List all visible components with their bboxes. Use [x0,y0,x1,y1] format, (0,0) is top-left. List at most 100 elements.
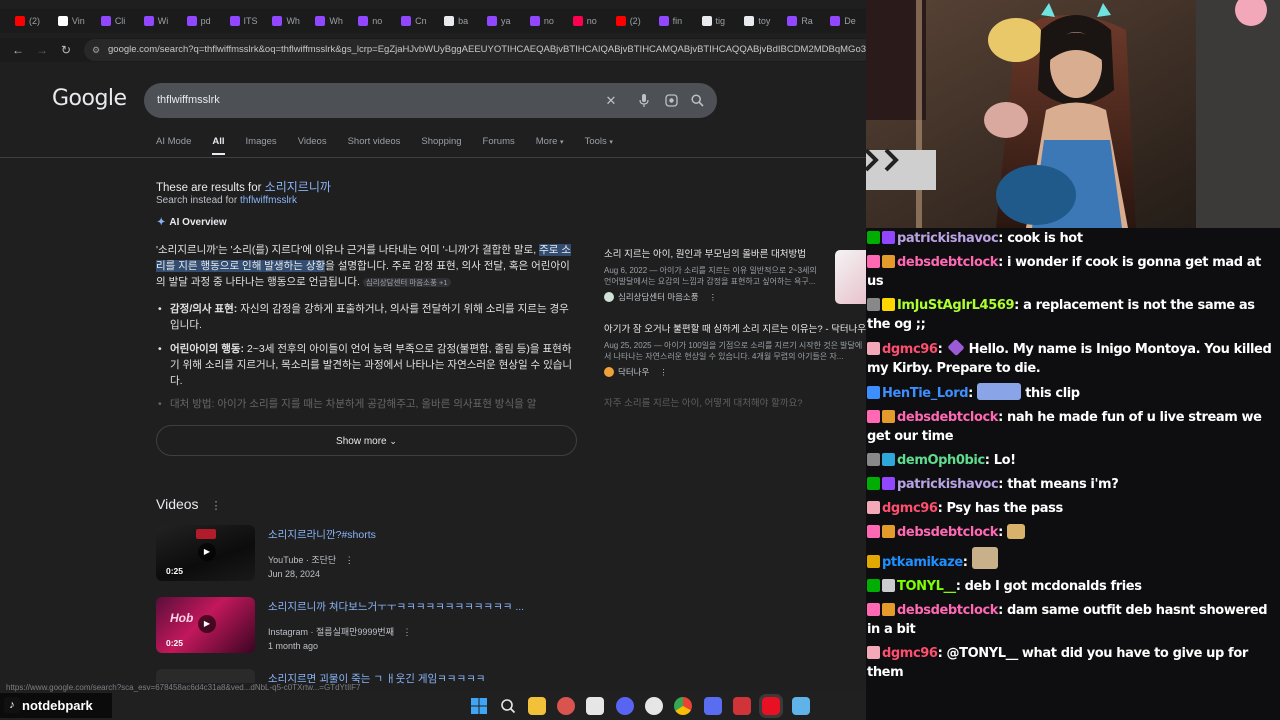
chat-badge-icon[interactable] [882,453,895,466]
video-thumbnail[interactable]: Hob ▶ 0:25 [156,597,255,653]
browser-tab[interactable]: fin [654,10,695,32]
video-thumbnail[interactable]: ▶ 0:25 [156,525,255,581]
tab-forums[interactable]: Forums [483,136,515,155]
chat-badge-icon[interactable] [867,255,880,268]
chat-username[interactable]: debsdebtclock [897,603,998,618]
chat-badge-icon[interactable] [867,342,880,355]
browser-tab[interactable]: ITS [225,10,266,32]
chat-badge-icon[interactable] [867,410,880,423]
chat-username[interactable]: dgmc96 [882,646,938,661]
video-result[interactable]: ▶ 0:25 소리지르라니깐?#shorts YouTube · 조단단 ⋮ J… [156,525,596,583]
discord-icon[interactable] [616,697,634,715]
chat-emote-icon[interactable] [1007,524,1025,539]
video-title[interactable]: 소리지르니까 쳐다보느거ㅜㅜㅋㅋㅋㅋㅋㅋㅋㅋㅋㅋㅋㅋ ... [268,599,524,614]
browser-tab[interactable]: Wi [139,10,180,32]
video-title[interactable]: 소리지르라니깐?#shorts [268,527,376,542]
chat-badge-icon[interactable] [882,525,895,538]
browser-tab[interactable]: Cli [96,10,137,32]
video-result[interactable]: Hob ▶ 0:25 소리지르니까 쳐다보느거ㅜㅜㅋㅋㅋㅋㅋㅋㅋㅋㅋㅋㅋㅋ ..… [156,597,596,655]
chrome-icon[interactable] [674,697,692,715]
browser-tab[interactable]: ya [482,10,523,32]
site-info-icon[interactable]: ⚙ [92,39,100,61]
more-vert-icon[interactable]: ⋮ [210,500,221,512]
chat-username[interactable]: dgmc96 [882,501,938,516]
chat-badge-icon[interactable] [867,298,880,311]
search-icon[interactable] [688,83,706,118]
browser-tab[interactable]: no [525,10,566,32]
more-vert-icon[interactable]: ⋮ [345,555,354,565]
chat-badge-icon[interactable] [867,525,880,538]
results-for-term-link[interactable]: 소리지르니까 [265,180,331,194]
clear-icon[interactable]: ✕ [602,83,620,118]
forward-icon[interactable]: → [31,39,53,61]
chat-badge-icon[interactable] [882,298,895,311]
chat-badge-icon[interactable] [867,603,880,616]
tab-short-videos[interactable]: Short videos [348,136,401,155]
chat-badge-icon[interactable] [867,453,880,466]
app-icon[interactable] [586,697,604,715]
browser-tab[interactable]: pd [182,10,223,32]
chat-badge-icon[interactable] [867,646,880,659]
chat-badge-icon[interactable] [867,501,880,514]
chat-badge-icon[interactable] [882,231,895,244]
source-card-thumbnail[interactable] [835,250,866,304]
source-card[interactable]: 소리 지르는 아이, 원인과 부모님의 올바른 대처방법 Aug 6, 2022… [604,249,840,303]
ai-para-source-chip[interactable]: 심리상담센터 마음소풍 +1 [362,278,451,287]
streamlabs-active-icon[interactable] [759,694,783,718]
chat-username[interactable]: TONYL__ [897,579,956,594]
app-icon[interactable] [557,697,575,715]
chat-badge-icon[interactable] [867,231,880,244]
browser-tab[interactable]: tig [697,10,738,32]
tab-tools[interactable]: Tools ▾ [585,136,613,155]
browser-tab[interactable]: Ra [782,10,823,32]
chat-emote-icon[interactable] [971,547,998,569]
chat-username[interactable]: debsdebtclock [897,255,998,270]
browser-tab[interactable]: De [825,10,866,32]
chat-badge-icon[interactable] [882,255,895,268]
browser-tab[interactable]: Wh [310,10,351,32]
source-card-faded[interactable]: 자주 소리를 지르는 아이, 어떻게 대처해야 할까요? [604,398,866,414]
show-more-button[interactable]: Show more ⌄ [156,425,577,456]
chat-badge-icon[interactable] [882,603,895,616]
chat-username[interactable]: patrickishavoc [897,477,999,492]
chat-username[interactable]: HenTie_Lord [882,386,969,401]
back-icon[interactable]: ← [7,39,29,61]
source-card[interactable]: 아기가 잠 오거나 불편할 때 심하게 소리 지르는 이유는? - 닥터나우 A… [604,324,866,378]
chat-username[interactable]: ImJuStAgIrL4569 [897,298,1015,313]
ccleaner-icon[interactable] [645,697,663,715]
more-vert-icon[interactable]: ⋮ [659,366,668,378]
browser-tab[interactable]: Wh [267,10,308,32]
taskbar-search-icon[interactable] [499,697,517,715]
search-input[interactable]: thflwiffmsslrk ✕ [144,83,717,118]
voice-search-icon[interactable] [635,83,653,118]
browser-tab[interactable]: (2) [611,10,652,32]
browser-tab[interactable]: no [353,10,394,32]
app-icon[interactable] [704,697,722,715]
chat-username[interactable]: dgmc96 [882,342,938,357]
chat-badge-icon[interactable] [882,410,895,423]
browser-tab[interactable]: ba [439,10,480,32]
search-instead-link[interactable]: thflwiffmsslrk [240,195,297,206]
tab-videos[interactable]: Videos [298,136,327,155]
browser-tab[interactable]: (2) [10,10,51,32]
lens-icon[interactable] [662,83,680,118]
browser-tab[interactable]: Vin [53,10,94,32]
google-logo[interactable]: Google [52,86,127,111]
browser-tab[interactable]: Cn [396,10,437,32]
chat-badge-icon[interactable] [867,386,880,399]
tab-ai-mode[interactable]: AI Mode [156,136,191,155]
chat-badge-icon[interactable] [867,477,880,490]
streamlabs-icon[interactable] [733,697,751,715]
notepad-icon[interactable] [792,697,810,715]
chat-username[interactable]: ptkamikaze [882,555,963,570]
chat-username[interactable]: debsdebtclock [897,525,998,540]
chat-badge-icon[interactable] [882,477,895,490]
chat-emote-icon[interactable] [977,383,1022,400]
tab-all[interactable]: All [212,136,225,155]
chat-badge-icon[interactable] [867,555,880,568]
chat-emote-icon[interactable] [946,338,965,357]
chat-badge-icon[interactable] [882,579,895,592]
more-vert-icon[interactable]: ⋮ [403,627,412,637]
chat-username[interactable]: debsdebtclock [897,410,998,425]
file-explorer-icon[interactable] [528,697,546,715]
